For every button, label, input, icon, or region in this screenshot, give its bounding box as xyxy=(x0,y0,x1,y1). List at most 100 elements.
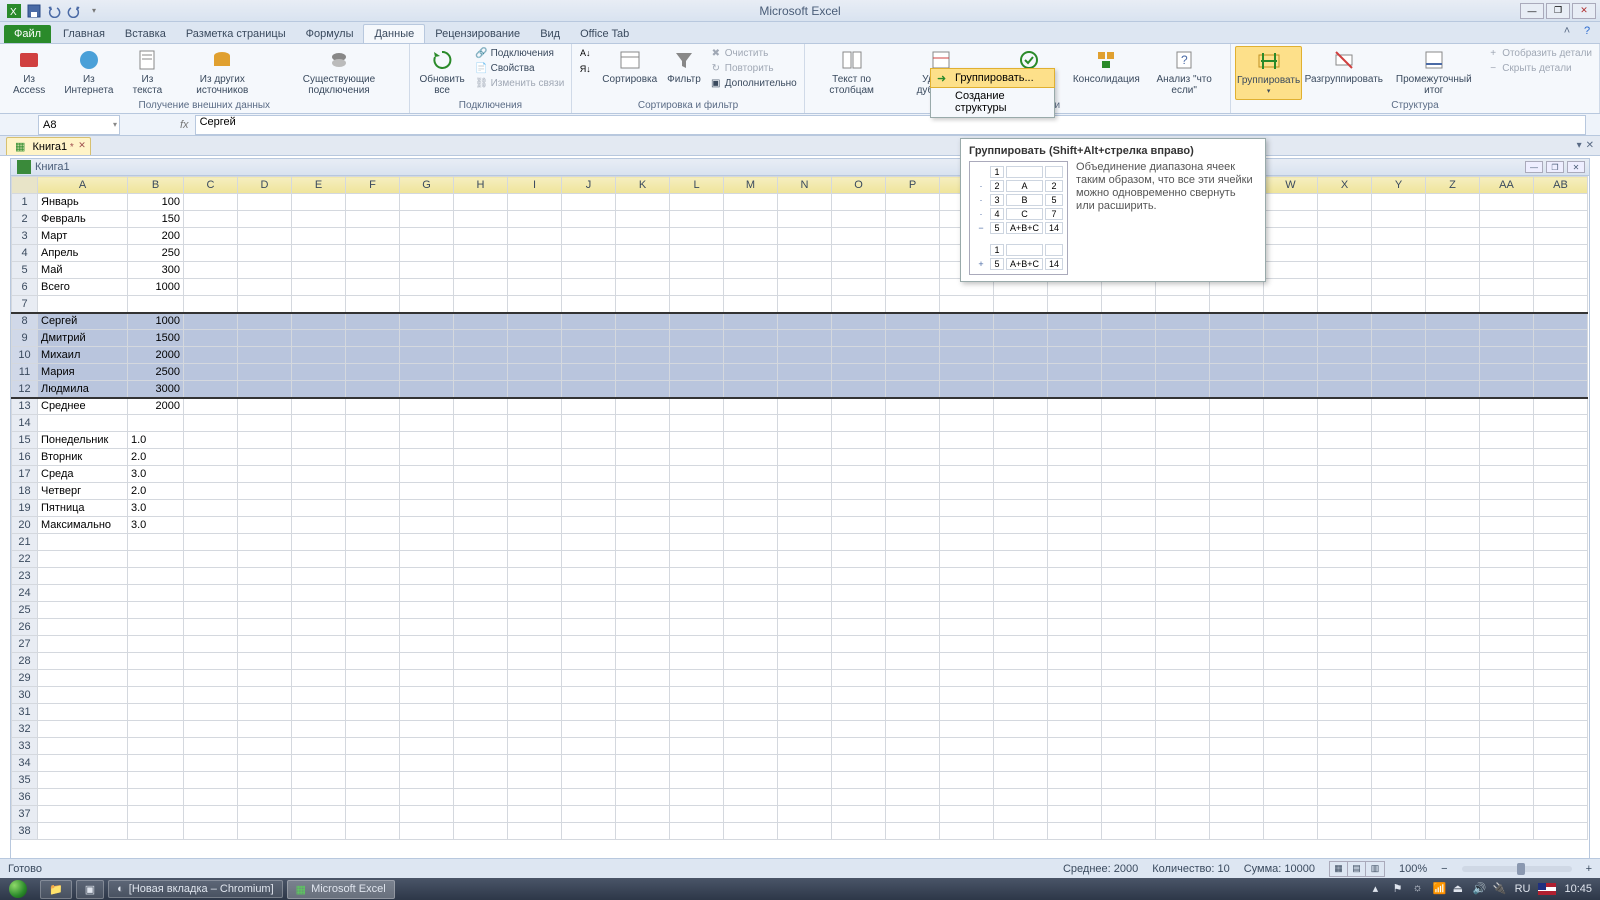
cell[interactable] xyxy=(292,228,346,245)
cell[interactable] xyxy=(1264,551,1318,568)
tray-sun-icon[interactable]: ☼ xyxy=(1413,882,1427,896)
cell[interactable] xyxy=(400,262,454,279)
cell[interactable] xyxy=(724,415,778,432)
row-header[interactable]: 4 xyxy=(12,245,38,262)
cell[interactable] xyxy=(670,296,724,313)
cell[interactable] xyxy=(1102,619,1156,636)
cell[interactable] xyxy=(832,483,886,500)
cell[interactable]: Людмила xyxy=(38,381,128,398)
cell[interactable] xyxy=(1048,619,1102,636)
cell[interactable] xyxy=(616,364,670,381)
cell[interactable] xyxy=(1210,653,1264,670)
cell[interactable] xyxy=(238,653,292,670)
cell[interactable] xyxy=(346,806,400,823)
column-header[interactable]: O xyxy=(832,177,886,194)
cell[interactable] xyxy=(670,415,724,432)
cell[interactable] xyxy=(724,653,778,670)
cell[interactable] xyxy=(1534,500,1588,517)
cell[interactable] xyxy=(832,585,886,602)
cell[interactable] xyxy=(1318,534,1372,551)
restore-button[interactable]: ❐ xyxy=(1546,3,1570,19)
cell[interactable] xyxy=(1210,449,1264,466)
cell[interactable] xyxy=(1318,602,1372,619)
cell[interactable] xyxy=(616,806,670,823)
cell[interactable] xyxy=(1426,687,1480,704)
redo-icon[interactable] xyxy=(66,3,82,19)
cell[interactable] xyxy=(400,721,454,738)
cell[interactable] xyxy=(1156,330,1210,347)
cell[interactable] xyxy=(1480,466,1534,483)
cell[interactable] xyxy=(1426,806,1480,823)
row-header[interactable]: 20 xyxy=(12,517,38,534)
cell[interactable] xyxy=(1048,313,1102,330)
cell[interactable] xyxy=(994,653,1048,670)
cell[interactable] xyxy=(670,194,724,211)
cell[interactable] xyxy=(1210,483,1264,500)
cell[interactable] xyxy=(238,211,292,228)
cell[interactable] xyxy=(670,653,724,670)
cell[interactable] xyxy=(1534,636,1588,653)
cell[interactable] xyxy=(886,687,940,704)
row-header[interactable]: 35 xyxy=(12,772,38,789)
cell[interactable] xyxy=(562,194,616,211)
cell[interactable] xyxy=(38,704,128,721)
close-tab-icon[interactable]: ✕ xyxy=(78,140,86,151)
cell[interactable] xyxy=(400,585,454,602)
cell[interactable] xyxy=(886,653,940,670)
cell[interactable] xyxy=(1480,296,1534,313)
cell[interactable] xyxy=(832,772,886,789)
cell[interactable] xyxy=(724,704,778,721)
cell[interactable] xyxy=(1318,636,1372,653)
cell[interactable] xyxy=(562,228,616,245)
cell[interactable] xyxy=(1048,551,1102,568)
cell[interactable] xyxy=(994,398,1048,415)
cell[interactable] xyxy=(1102,432,1156,449)
cell[interactable] xyxy=(508,619,562,636)
cell[interactable] xyxy=(292,279,346,296)
cell[interactable]: 250 xyxy=(128,245,184,262)
cell[interactable] xyxy=(238,670,292,687)
cell[interactable] xyxy=(1264,449,1318,466)
cell[interactable] xyxy=(238,483,292,500)
cell[interactable] xyxy=(1318,228,1372,245)
cell[interactable] xyxy=(1156,517,1210,534)
row-header[interactable]: 7 xyxy=(12,296,38,313)
cell[interactable] xyxy=(1210,823,1264,840)
cell[interactable] xyxy=(454,330,508,347)
cell[interactable] xyxy=(616,653,670,670)
cell[interactable] xyxy=(1426,330,1480,347)
cell[interactable] xyxy=(778,653,832,670)
cell[interactable] xyxy=(1426,721,1480,738)
cell[interactable] xyxy=(238,296,292,313)
cell[interactable] xyxy=(562,262,616,279)
cell[interactable] xyxy=(1048,704,1102,721)
cell[interactable] xyxy=(724,738,778,755)
cell[interactable] xyxy=(940,347,994,364)
cell[interactable] xyxy=(1480,806,1534,823)
subtotal-button[interactable]: Промежуточный итог xyxy=(1385,46,1482,98)
cell[interactable]: Среда xyxy=(38,466,128,483)
cell[interactable] xyxy=(1534,517,1588,534)
cell[interactable] xyxy=(1534,330,1588,347)
cell[interactable] xyxy=(1372,330,1426,347)
cell[interactable] xyxy=(1372,534,1426,551)
cell[interactable] xyxy=(832,823,886,840)
cell[interactable] xyxy=(184,619,238,636)
cell[interactable] xyxy=(562,313,616,330)
cell[interactable] xyxy=(778,755,832,772)
cell[interactable] xyxy=(1534,772,1588,789)
cell[interactable] xyxy=(562,381,616,398)
row-header[interactable]: 18 xyxy=(12,483,38,500)
cell[interactable] xyxy=(1210,772,1264,789)
cell[interactable] xyxy=(670,755,724,772)
cell[interactable] xyxy=(1102,517,1156,534)
cell[interactable] xyxy=(38,687,128,704)
row-header[interactable]: 30 xyxy=(12,687,38,704)
cell[interactable] xyxy=(562,296,616,313)
cell[interactable] xyxy=(724,619,778,636)
cell[interactable] xyxy=(184,245,238,262)
cell[interactable] xyxy=(1048,772,1102,789)
refresh-all-button[interactable]: Обновить все xyxy=(414,46,471,98)
existing-connections-button[interactable]: Существующие подключения xyxy=(273,46,404,98)
cell[interactable] xyxy=(346,670,400,687)
